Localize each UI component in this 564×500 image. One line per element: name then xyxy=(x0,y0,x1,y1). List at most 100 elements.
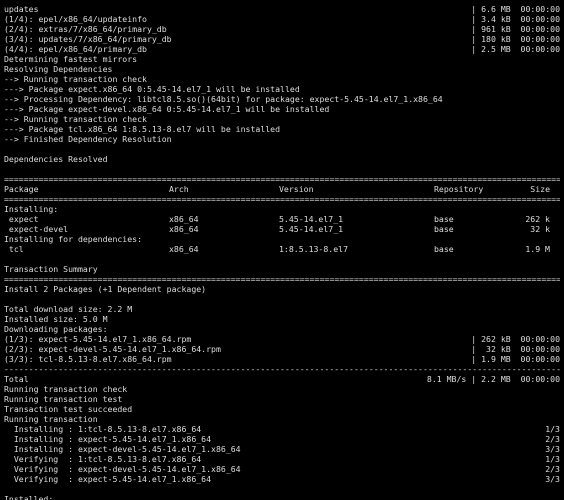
text: | 262 kB 00:00:00 xyxy=(471,334,560,344)
text: Installing : expect-devel-5.45-14.el7_1.… xyxy=(4,444,545,454)
text: | 3.4 kB 00:00:00 xyxy=(471,14,560,24)
cell-ver: 5.45-14.el7_1 xyxy=(279,224,434,234)
text: Installing : 1:tcl-8.5.13-8.el7.x86_64 xyxy=(4,424,545,434)
line: ---> Package tcl.x86_64 1:8.5.13-8.el7 w… xyxy=(4,124,560,134)
cell-arch: x86_64 xyxy=(169,224,279,234)
text: 2/3 xyxy=(545,464,560,474)
cell-repo: base xyxy=(434,244,514,254)
line: (1/4): epel/x86_64/updateinfo | 3.4 kB 00… xyxy=(4,14,560,24)
blank xyxy=(4,294,560,304)
line: updates | 6.6 MB 00:00:00 xyxy=(4,4,560,14)
cell-size: 262 k xyxy=(514,214,550,224)
text: (1/4): epel/x86_64/updateinfo xyxy=(4,14,147,24)
table-row: expectx86_645.45-14.el7_1base262 k xyxy=(4,214,560,224)
cell-pkg: tcl xyxy=(4,244,169,254)
line: Total 8.1 MB/s | 2.2 MB 00:00:00 xyxy=(4,374,560,384)
rule-thin: ----------------------------------------… xyxy=(4,364,560,374)
text: Verifying : expect-5.45-14.el7_1.x86_64 xyxy=(4,474,545,484)
cell-size: 1.9 M xyxy=(514,244,550,254)
text: 1/3 xyxy=(545,454,560,464)
text: Verifying : expect-devel-5.45-14.el7_1.x… xyxy=(4,464,545,474)
table-header: Package Arch Version Repository Size xyxy=(4,184,560,194)
col-arch: Arch xyxy=(169,184,279,194)
line: ---> Package expect.x86_64 0:5.45-14.el7… xyxy=(4,84,560,94)
line: ---> Package expect-devel.x86_64 0:5.45-… xyxy=(4,104,560,114)
text: Total xyxy=(4,374,29,384)
line: Verifying : expect-devel-5.45-14.el7_1.x… xyxy=(4,464,560,474)
text: | 961 kB 00:00:00 xyxy=(471,24,560,34)
text: 3/3 xyxy=(545,444,560,454)
text: 3/3 xyxy=(545,474,560,484)
section-label: Installing for dependencies: xyxy=(4,234,560,244)
line: Determining fastest mirrors xyxy=(4,54,560,64)
col-repo: Repository xyxy=(434,184,514,194)
text: 8.1 MB/s | 2.2 MB 00:00:00 xyxy=(427,374,560,384)
text: | 1.9 MB 00:00:00 xyxy=(471,354,560,364)
line: --> Processing Dependency: libtcl8.5.so(… xyxy=(4,94,560,104)
line: Running transaction xyxy=(4,414,560,424)
text: updates xyxy=(4,4,39,14)
line: Running transaction test xyxy=(4,394,560,404)
rule: ========================================… xyxy=(4,274,560,284)
rule: ========================================… xyxy=(4,174,560,184)
text: Verifying : 1:tcl-8.5.13-8.el7.x86_64 xyxy=(4,454,545,464)
section-label: Installing: xyxy=(4,204,560,214)
cell-ver: 1:8.5.13-8.el7 xyxy=(279,244,434,254)
line: Downloading packages: xyxy=(4,324,560,334)
text: (3/4): updates/7/x86_64/primary_db xyxy=(4,34,172,44)
line: Transaction Summary xyxy=(4,264,560,274)
line: Verifying : 1:tcl-8.5.13-8.el7.x86_641/3 xyxy=(4,454,560,464)
table-row: expect-develx86_645.45-14.el7_1base32 k xyxy=(4,224,560,234)
cell-arch: x86_64 xyxy=(169,214,279,224)
text: | 180 kB 00:00:00 xyxy=(471,34,560,44)
col-ver: Version xyxy=(279,184,434,194)
line: Installing : 1:tcl-8.5.13-8.el7.x86_641/… xyxy=(4,424,560,434)
line: Verifying : expect-5.45-14.el7_1.x86_643… xyxy=(4,474,560,484)
rule: ========================================… xyxy=(4,194,560,204)
text: (3/3): tcl-8.5.13-8.el7.x86_64.rpm xyxy=(4,354,172,364)
text: 2/3 xyxy=(545,434,560,444)
line: --> Running transaction check xyxy=(4,74,560,84)
line: Install 2 Packages (+1 Dependent package… xyxy=(4,284,560,294)
line: Installed size: 5.0 M xyxy=(4,314,560,324)
cell-pkg: expect-devel xyxy=(4,224,169,234)
line: (4/4): epel/x86_64/primary_db | 2.5 MB 00… xyxy=(4,44,560,54)
cell-pkg: expect xyxy=(4,214,169,224)
line: (3/3): tcl-8.5.13-8.el7.x86_64.rpm | 1.9 … xyxy=(4,354,560,364)
line: --> Finished Dependency Resolution xyxy=(4,134,560,144)
text: (2/3): expect-devel-5.45-14.el7_1.x86_64… xyxy=(4,344,221,354)
blank xyxy=(4,484,560,494)
table-row: tclx86_641:8.5.13-8.el7base1.9 M xyxy=(4,244,560,254)
text: Installing : expect-5.45-14.el7_1.x86_64 xyxy=(4,434,545,444)
blank xyxy=(4,144,560,154)
line: Running transaction check xyxy=(4,384,560,394)
text: | 6.6 MB 00:00:00 xyxy=(471,4,560,14)
cell-repo: base xyxy=(434,224,514,234)
line: (1/3): expect-5.45-14.el7_1.x86_64.rpm | … xyxy=(4,334,560,344)
line: (2/4): extras/7/x86_64/primary_db | 961 k… xyxy=(4,24,560,34)
text: | 32 kB 00:00:00 xyxy=(471,344,560,354)
line: Installing : expect-devel-5.45-14.el7_1.… xyxy=(4,444,560,454)
line: Transaction test succeeded xyxy=(4,404,560,414)
line: (2/3): expect-devel-5.45-14.el7_1.x86_64… xyxy=(4,344,560,354)
col-size: Size xyxy=(514,184,550,194)
line: Resolving Dependencies xyxy=(4,64,560,74)
blank xyxy=(4,164,560,174)
line: Installing : expect-5.45-14.el7_1.x86_64… xyxy=(4,434,560,444)
terminal[interactable]: updates | 6.6 MB 00:00:00 (1/4): epel/x86… xyxy=(0,0,564,500)
text: 1/3 xyxy=(545,424,560,434)
line: Dependencies Resolved xyxy=(4,154,560,164)
text: | 2.5 MB 00:00:00 xyxy=(471,44,560,54)
blank xyxy=(4,254,560,264)
cell-repo: base xyxy=(434,214,514,224)
cell-ver: 5.45-14.el7_1 xyxy=(279,214,434,224)
text: (1/3): expect-5.45-14.el7_1.x86_64.rpm xyxy=(4,334,191,344)
text: (2/4): extras/7/x86_64/primary_db xyxy=(4,24,167,34)
line: (3/4): updates/7/x86_64/primary_db | 180 … xyxy=(4,34,560,44)
line: --> Running transaction check xyxy=(4,114,560,124)
section-label: Installed: xyxy=(4,494,560,500)
cell-arch: x86_64 xyxy=(169,244,279,254)
line: Total download size: 2.2 M xyxy=(4,304,560,314)
cell-size: 32 k xyxy=(514,224,550,234)
text: (4/4): epel/x86_64/primary_db xyxy=(4,44,147,54)
